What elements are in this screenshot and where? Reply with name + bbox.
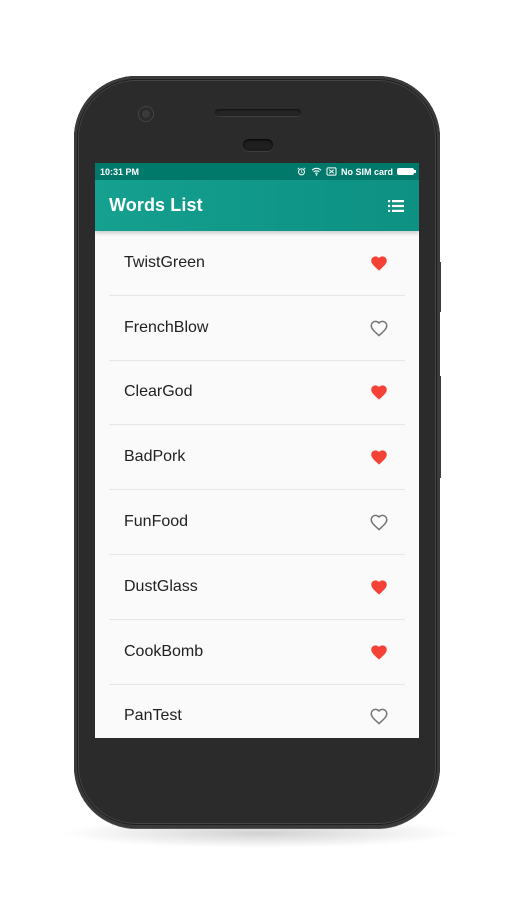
word-label: CookBomb (124, 642, 204, 660)
list-item[interactable]: FunFood (109, 490, 405, 555)
heart-outline-icon[interactable] (369, 707, 389, 726)
heart-outline-icon[interactable] (369, 513, 389, 531)
carrier-label: No SIM card (340, 166, 393, 177)
earpiece (215, 109, 301, 116)
status-icons: No SIM card (296, 166, 416, 177)
proximity-sensor (243, 139, 273, 151)
list-menu-button[interactable] (387, 199, 405, 213)
status-time: 10:31 PM (100, 166, 140, 177)
list-item[interactable]: DustGlass (109, 555, 405, 620)
heart-filled-icon[interactable] (369, 448, 389, 466)
alarm-icon (297, 167, 306, 176)
status-bar: 10:31 PM No SIM card (95, 163, 419, 180)
list-item[interactable]: PanTest (109, 685, 405, 738)
word-label: BadPork (124, 448, 186, 466)
word-label: FunFood (124, 513, 189, 531)
sim-off-icon (326, 167, 337, 176)
word-label: PanTest (124, 707, 182, 725)
app-bar: Words List (95, 180, 419, 231)
list-item[interactable]: TwistGreen (109, 231, 405, 296)
word-label: DustGlass (124, 577, 198, 595)
wifi-icon (311, 167, 322, 176)
words-list: TwistGreen FrenchBlow ClearGod BadPork FunFo… (95, 231, 419, 738)
heart-filled-icon[interactable] (369, 578, 389, 596)
list-item[interactable]: CookBomb (109, 620, 405, 685)
word-label: TwistGreen (124, 253, 205, 271)
word-label: FrenchBlow (124, 318, 209, 336)
list-item[interactable]: FrenchBlow (109, 296, 405, 361)
heart-outline-icon[interactable] (369, 319, 389, 337)
volume-button (437, 376, 441, 478)
heart-filled-icon[interactable] (369, 254, 389, 272)
heart-filled-icon[interactable] (369, 643, 389, 661)
power-button (437, 262, 441, 312)
screen: 10:31 PM No SIM card Words List TwistGre… (95, 163, 419, 738)
battery-icon (397, 168, 416, 175)
list-item[interactable]: BadPork (109, 425, 405, 491)
heart-filled-icon[interactable] (369, 383, 389, 401)
list-item[interactable]: ClearGod (109, 361, 405, 426)
front-camera (139, 107, 153, 121)
app-title: Words List (109, 195, 203, 215)
list-icon (388, 199, 404, 212)
word-label: ClearGod (124, 383, 193, 401)
